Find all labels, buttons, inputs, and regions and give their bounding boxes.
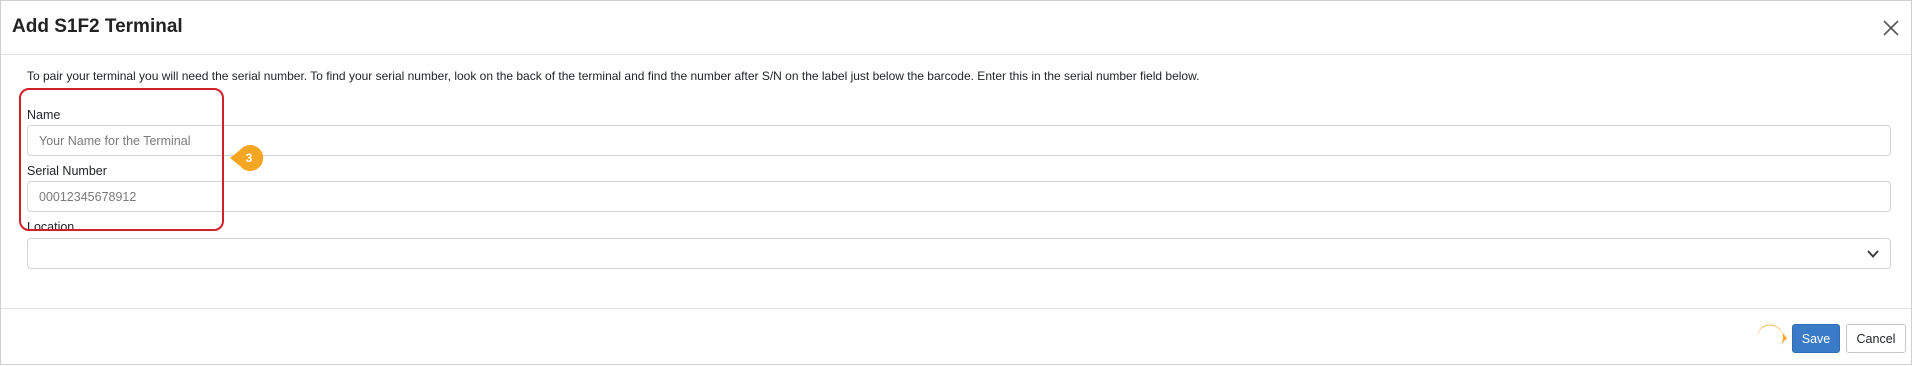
step-number: 3 bbox=[245, 151, 253, 165]
close-icon bbox=[1883, 20, 1899, 36]
location-select[interactable] bbox=[27, 238, 1891, 269]
name-label: Name bbox=[27, 108, 61, 122]
modal-header: Add S1F2 Terminal bbox=[1, 1, 1911, 55]
close-button[interactable] bbox=[1879, 16, 1903, 40]
modal-title: Add S1F2 Terminal bbox=[12, 16, 183, 37]
step-callout-4: 4 bbox=[1753, 323, 1787, 353]
step-callout-3: 3 bbox=[230, 143, 264, 173]
save-button[interactable]: Save bbox=[1792, 324, 1840, 353]
cancel-button[interactable]: Cancel bbox=[1846, 324, 1906, 353]
name-input[interactable] bbox=[27, 125, 1891, 156]
location-label: Location bbox=[27, 220, 75, 234]
chevron-down-icon bbox=[1867, 250, 1879, 258]
step-number: 4 bbox=[1762, 331, 1770, 345]
instructions-text: To pair your terminal you will need the … bbox=[27, 69, 1200, 83]
modal-footer: 4 Save Cancel bbox=[1, 308, 1911, 366]
serial-number-input[interactable] bbox=[27, 181, 1891, 212]
add-terminal-modal: Add S1F2 Terminal To pair your terminal … bbox=[0, 0, 1912, 365]
serial-number-label: Serial Number bbox=[27, 164, 107, 178]
